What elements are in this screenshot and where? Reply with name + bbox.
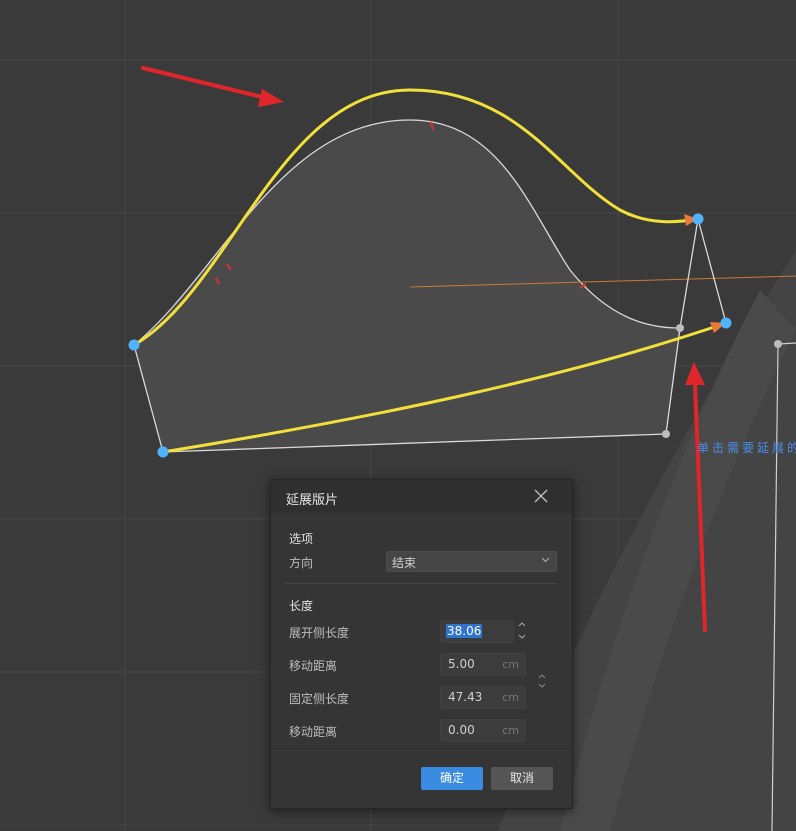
direction-select-value: 结束 [392,556,417,570]
stepper-icon[interactable] [517,620,527,642]
pattern-piece[interactable] [133,119,681,453]
move-distance-label-2: 移动距离 [289,725,338,739]
extend-piece-dialog: 延展版片 选项 方向 结束 长度 展开侧长度 38.06 移动距离 5.00 c… [270,479,573,809]
control-point-left-bottom[interactable] [157,446,169,458]
unit-label: cm [502,724,519,737]
control-point-left-top[interactable] [128,339,140,351]
fixed-side-length-field[interactable]: 47.43 cm [440,686,526,709]
dialog-title: 延展版片 [286,493,339,508]
direction-select[interactable]: 结束 [386,551,557,572]
expand-side-length-label: 展开侧长度 [289,626,350,640]
close-icon[interactable] [531,486,551,506]
canvas-hint-text: 单击需要延展的 [697,441,796,455]
right-piece-point[interactable] [774,340,782,348]
length-section-title: 长度 [289,599,314,613]
extended-piece-outline [679,218,727,329]
vertex-point[interactable] [676,324,684,332]
link-toggle-icon[interactable] [537,670,547,692]
options-section-title: 选项 [289,532,314,546]
move-distance-value-1: 5.00 [448,657,475,671]
unit-label: cm [502,691,519,704]
direction-label: 方向 [289,556,314,570]
unit-label: cm [502,658,519,671]
dialog-header: 延展版片 [271,480,572,513]
fixed-side-length-label: 固定侧长度 [289,692,350,706]
vertex-point[interactable] [662,430,670,438]
move-distance-value-2: 0.00 [448,723,475,737]
expand-side-length-value: 38.06 [446,624,483,638]
fixed-side-length-value: 47.43 [448,690,483,704]
control-point-bottom-end[interactable] [720,317,732,329]
expand-side-length-field[interactable]: 38.06 [440,620,514,643]
section-divider [285,583,557,584]
move-distance-field-2[interactable]: 0.00 cm [440,719,526,742]
dialog-footer-divider [271,748,572,749]
expand-side-length-selected-text: 38.06 [446,624,483,638]
annotation-arrow-top [141,66,284,107]
control-point-top-end[interactable] [692,213,704,225]
ok-button[interactable]: 确定 [421,767,483,790]
move-distance-field-1[interactable]: 5.00 cm [440,653,526,676]
chevron-down-icon [541,557,550,563]
move-distance-label-1: 移动距离 [289,659,338,673]
cancel-button[interactable]: 取消 [491,767,553,790]
